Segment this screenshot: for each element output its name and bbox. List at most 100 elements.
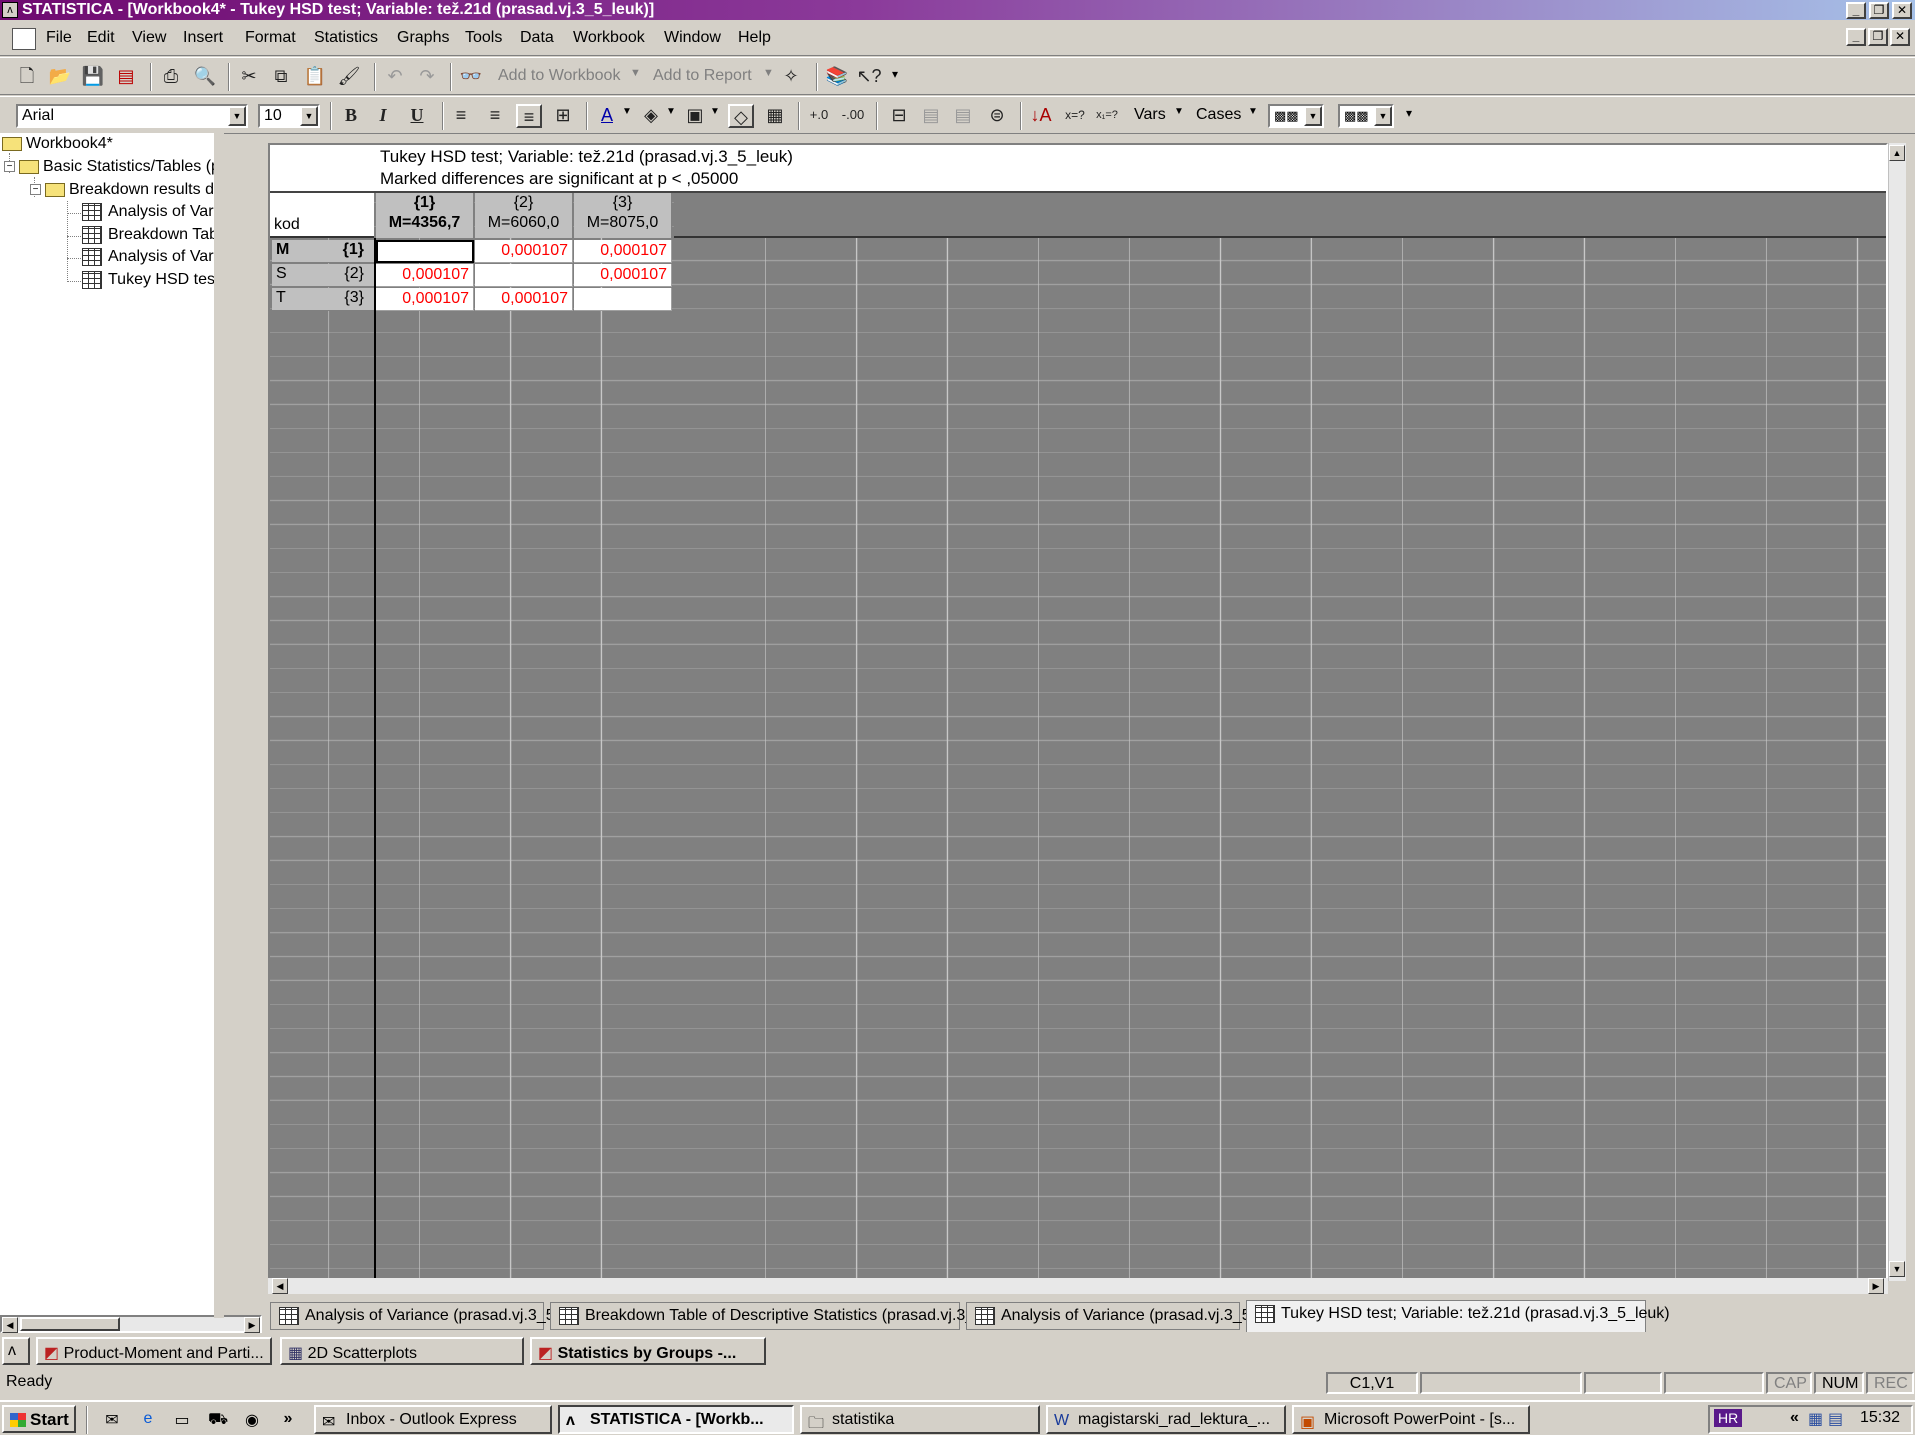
- internet-explorer-icon[interactable]: e: [138, 1410, 158, 1430]
- document-icon[interactable]: [12, 28, 36, 50]
- minimized-window-statistics-by-groups[interactable]: ◩ Statistics by Groups -...: [530, 1337, 766, 1365]
- scroll-down-icon[interactable]: ▼: [1889, 1261, 1905, 1277]
- marking-icon[interactable]: ◇: [728, 104, 754, 128]
- table-cell[interactable]: 0,000107: [475, 288, 573, 311]
- close-button[interactable]: ✕: [1892, 2, 1912, 19]
- chevron-down-icon[interactable]: ▼: [228, 106, 246, 126]
- menu-window[interactable]: Window: [664, 29, 721, 47]
- scroll-right-icon[interactable]: ▶: [244, 1317, 260, 1333]
- outlook-express-icon[interactable]: ✉: [102, 1410, 122, 1430]
- menu-statistics[interactable]: Statistics: [314, 29, 378, 47]
- tree-item-tukey[interactable]: Tukey HSD test; Vari: [82, 271, 214, 289]
- language-indicator[interactable]: HR: [1714, 1409, 1743, 1427]
- font-size-select[interactable]: 10 ▼: [258, 104, 320, 128]
- menu-view[interactable]: View: [132, 29, 166, 47]
- start-button[interactable]: Start: [2, 1405, 76, 1433]
- chevron-down-icon[interactable]: ▼: [1304, 106, 1322, 126]
- statistica-icon[interactable]: ʌ: [2, 1337, 30, 1365]
- books-icon[interactable]: 📚: [824, 65, 850, 89]
- tab-breakdown-table[interactable]: Breakdown Table of Descriptive Statistic…: [550, 1302, 1027, 1330]
- redo-icon[interactable]: ↷: [414, 65, 440, 89]
- minimized-window-correlations[interactable]: ◩ Product-Moment and Parti...: [36, 1337, 272, 1365]
- media-player-icon[interactable]: ◉: [242, 1410, 262, 1430]
- collapse-icon[interactable]: −: [30, 184, 41, 196]
- pattern-select-2[interactable]: ▩▩ ▼: [1338, 104, 1394, 128]
- chevron-down-icon[interactable]: ▼: [300, 106, 318, 126]
- new-file-icon[interactable]: 🗋: [14, 65, 40, 89]
- magic-wand-icon[interactable]: ✧: [778, 65, 804, 89]
- table-cell[interactable]: 0,000107: [376, 264, 474, 287]
- row-header-1[interactable]: M {1}: [272, 240, 374, 263]
- mdi-minimize-button[interactable]: _: [1846, 28, 1866, 46]
- menu-help[interactable]: Help: [738, 29, 771, 47]
- tree-item-anova-1[interactable]: Analysis of Variance: [82, 203, 214, 221]
- more-quicklaunch-icon[interactable]: »: [278, 1410, 298, 1430]
- table-cell[interactable]: 0,000107: [475, 240, 573, 263]
- table-cell[interactable]: 0,000107: [574, 240, 672, 263]
- find-icon[interactable]: 👓: [458, 65, 484, 89]
- task-outlook-express[interactable]: ✉ Inbox - Outlook Express: [314, 1405, 552, 1434]
- sort-icon[interactable]: ↓A: [1028, 104, 1054, 128]
- table-cell[interactable]: [376, 240, 474, 263]
- spreadsheet-layout-icon[interactable]: ⊟: [886, 104, 912, 128]
- mdi-restore-button[interactable]: ❐: [1868, 28, 1888, 46]
- decrease-decimal-icon[interactable]: -.00: [840, 104, 866, 128]
- tree-folder-basic-statistics[interactable]: − Basic Statistics/Tables (prasa: [4, 158, 214, 176]
- paste-icon[interactable]: 📋: [302, 65, 328, 89]
- table-cell[interactable]: 0,000107: [574, 264, 672, 287]
- column-header-1[interactable]: {1} M=4356,7: [376, 193, 474, 238]
- toolbar-options-icon[interactable]: ▾: [892, 67, 898, 81]
- scroll-left-icon[interactable]: ◀: [272, 1278, 288, 1294]
- tree-item-anova-2[interactable]: Analysis of Variance: [82, 248, 214, 266]
- menu-edit[interactable]: Edit: [87, 29, 115, 47]
- table-cell[interactable]: 0,000107: [376, 288, 474, 311]
- mdi-close-button[interactable]: ✕: [1890, 28, 1910, 46]
- toolbar-options-icon[interactable]: ▾: [1406, 106, 1412, 120]
- menu-data[interactable]: Data: [520, 29, 554, 47]
- print-preview-icon[interactable]: 🔍: [192, 65, 218, 89]
- add-to-report-dropdown-icon[interactable]: ▼: [763, 67, 774, 79]
- tray-expand-icon[interactable]: «: [1790, 1409, 1799, 1427]
- add-to-workbook-dropdown-icon[interactable]: ▼: [630, 67, 641, 79]
- minimize-button[interactable]: _: [1846, 2, 1866, 19]
- table-cell[interactable]: [475, 264, 573, 287]
- print-icon[interactable]: ⎙: [158, 65, 184, 89]
- tab-anova-2[interactable]: Analysis of Variance (prasad.vj.3_5_leuk…: [966, 1302, 1294, 1330]
- scroll-right-icon[interactable]: ▶: [1868, 1278, 1884, 1294]
- menu-format[interactable]: Format: [245, 29, 296, 47]
- vertical-scrollbar[interactable]: ▲ ▼: [1888, 143, 1906, 1281]
- column-header-3[interactable]: {3} M=8075,0: [574, 193, 672, 238]
- tile2-icon[interactable]: ▤: [950, 104, 976, 128]
- undo-icon[interactable]: ↶: [382, 65, 408, 89]
- cases-menu-button[interactable]: Cases: [1196, 106, 1241, 124]
- task-statistica[interactable]: ʌ STATISTICA - [Workb...: [558, 1405, 794, 1434]
- align-right-icon[interactable]: ≡: [516, 104, 542, 128]
- pdf-icon[interactable]: ▤: [113, 65, 139, 89]
- grid-lines-icon[interactable]: ▦: [762, 104, 788, 128]
- menu-file[interactable]: File: [46, 29, 72, 47]
- tree-root-workbook[interactable]: Workbook4*: [2, 135, 113, 153]
- cut-icon[interactable]: ✂: [236, 65, 262, 89]
- menu-workbook[interactable]: Workbook: [573, 29, 645, 47]
- save-icon[interactable]: 💾: [80, 65, 106, 89]
- table-cell[interactable]: [574, 288, 672, 311]
- select-cases-icon[interactable]: x=?: [1062, 104, 1088, 128]
- menu-insert[interactable]: Insert: [183, 29, 223, 47]
- tab-tukey-hsd[interactable]: Tukey HSD test; Variable: tež.21d (prasa…: [1246, 1300, 1670, 1332]
- tile-icon[interactable]: ▤: [918, 104, 944, 128]
- chevron-down-icon[interactable]: ▼: [666, 106, 676, 117]
- italic-button[interactable]: I: [370, 104, 396, 128]
- format-cells-icon[interactable]: ⊞: [550, 104, 576, 128]
- horizontal-scrollbar[interactable]: ◀ ▶: [268, 1278, 1888, 1294]
- restore-button[interactable]: ❐: [1869, 2, 1889, 19]
- pattern-select-1[interactable]: ▩▩ ▼: [1268, 104, 1324, 128]
- context-help-icon[interactable]: ↖?: [856, 65, 882, 89]
- tree-item-breakdown-table[interactable]: Breakdown Table of: [82, 226, 214, 244]
- format-painter-icon[interactable]: 🖌: [336, 65, 362, 89]
- underline-button[interactable]: U: [404, 104, 430, 128]
- open-folder-icon[interactable]: 📂: [47, 65, 73, 89]
- increase-decimal-icon[interactable]: +.0: [806, 104, 832, 128]
- add-to-workbook-button[interactable]: Add to Workbook: [498, 67, 620, 85]
- align-center-icon[interactable]: ≡: [482, 104, 508, 128]
- tree-folder-breakdown[interactable]: − Breakdown results dialog: [30, 181, 214, 199]
